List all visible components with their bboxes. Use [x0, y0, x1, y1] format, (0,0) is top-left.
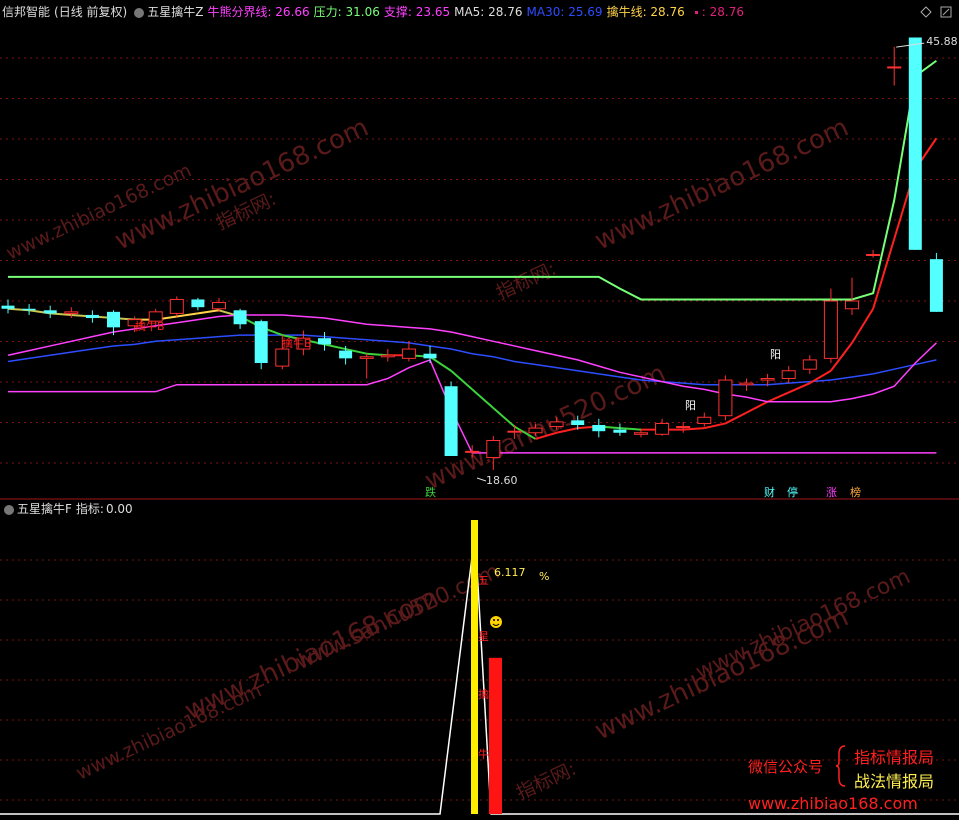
low-price-label: 18.60 [486, 474, 518, 487]
candle-body [507, 430, 522, 433]
series-line [8, 358, 937, 454]
sub-bar-yellow [471, 520, 478, 814]
candle-body [718, 379, 733, 417]
smiley-eye [497, 619, 499, 621]
sub-indicator-name[interactable]: 五星擒牛F [17, 502, 72, 516]
sub-glyph: 牛 [478, 747, 489, 761]
candle-body [760, 378, 775, 381]
signal-label: 涨 [826, 486, 837, 499]
candle-body [85, 314, 99, 319]
qinniu-line-segment [788, 382, 811, 394]
brace-icon [835, 745, 846, 787]
series-line [7, 334, 937, 386]
qinniu-line-segment [492, 407, 516, 428]
candle-body [592, 425, 606, 432]
signal-label: 阳 [770, 348, 781, 361]
watermark-text: www.zhibiao168.com [692, 564, 914, 685]
candle-body [908, 37, 922, 250]
sub-glyph: 星 [478, 630, 489, 643]
candle-body [802, 359, 817, 370]
candle-body [1, 305, 15, 309]
qinniu-line-segment [851, 308, 874, 344]
candle-body [929, 259, 943, 312]
candle-body [254, 321, 268, 363]
signal-label: 阳 [685, 399, 696, 412]
qinniu-line-segment [767, 391, 790, 403]
signal-label: 停 [787, 485, 798, 499]
candle-body [465, 450, 480, 453]
signal-label: 跌 [425, 485, 436, 499]
candle-body [528, 427, 543, 434]
candle-body [571, 420, 585, 425]
watermark-text: 指标网: [493, 258, 560, 305]
candle-body [613, 429, 627, 433]
smiley-face [490, 616, 502, 628]
smiley-icon [490, 616, 502, 628]
sub-glyph: 五 [478, 574, 489, 587]
smiley-eye [493, 619, 495, 621]
sub-glyph: 擒 [478, 687, 489, 701]
candle-body [191, 299, 205, 308]
footer-url: www.zhibiao168.com [748, 794, 918, 813]
signal-label: 擒牛B [282, 336, 312, 350]
low-pointer [476, 477, 487, 482]
candle-body [781, 370, 796, 379]
candle-body [64, 311, 79, 314]
indicator-series [7, 59, 938, 454]
sub-toggle-icon[interactable] [4, 504, 14, 515]
qinniu-line-segment [324, 343, 346, 351]
candle-body [212, 302, 226, 310]
candle-body [233, 310, 247, 325]
high-price-label: 45.88 [926, 35, 958, 48]
candle-body [318, 338, 331, 345]
signal-label: 财 [764, 485, 775, 499]
candle-body [676, 426, 691, 429]
candle-body [107, 311, 120, 328]
sub-bar-red [489, 657, 502, 814]
signal-label: 榜 [850, 485, 861, 499]
watermark-text: www.zhibiao168.com [590, 113, 853, 257]
candle-body [739, 382, 754, 386]
candle-body [275, 348, 290, 367]
qinniu-line-segment [683, 427, 705, 431]
footer-watermark: 微信公众号 指标情报局 战法情报局 www.zhibiao168.com [748, 744, 958, 814]
qinniu-line-segment [619, 427, 642, 431]
candle-body [634, 432, 648, 435]
candle-body [866, 254, 881, 256]
stock-chart[interactable]: www.zhibiao168.com www.zhibiao168.com 指标网:… [0, 0, 959, 820]
qinniu-line-segment [197, 309, 220, 315]
signal-label: 擒牛B [135, 319, 165, 333]
candle-body [655, 422, 670, 435]
qinniu-line-segment [471, 388, 494, 409]
candle-body [697, 416, 712, 424]
candle-body [845, 300, 859, 310]
candle-body [887, 66, 902, 69]
candle-body [823, 300, 838, 359]
candle-body [380, 354, 395, 358]
candle-body [43, 310, 57, 314]
sub-value-label: 6.117 [494, 566, 526, 579]
candle-body [339, 350, 353, 359]
candle-body [486, 440, 501, 459]
candle-body [401, 348, 416, 359]
candle-body [549, 421, 564, 428]
qinniu-line-segment [746, 400, 769, 414]
wechat-label: 微信公众号 [748, 758, 824, 776]
candle-body [169, 298, 184, 314]
footer-title-1: 指标情报局 [854, 748, 935, 767]
candlesticks[interactable] [1, 37, 943, 470]
qinniu-line-segment [704, 422, 726, 430]
candle-body [22, 308, 36, 311]
footer-title-2: 战法情报局 [854, 772, 935, 791]
candle-body [423, 353, 437, 359]
sub-indicator-label: 指标: [75, 502, 104, 516]
watermarks: www.zhibiao168.com www.zhibiao168.com 指标网:… [3, 113, 914, 805]
sub-unit-label: % [539, 570, 549, 583]
sub-chart-header: 五星擒牛F 指标: 0.00 [0, 499, 137, 519]
watermark-text: 指标网: [513, 758, 580, 805]
candle-body [359, 356, 374, 359]
sub-indicator-value: 0.00 [105, 502, 133, 516]
candle-body [444, 386, 458, 456]
